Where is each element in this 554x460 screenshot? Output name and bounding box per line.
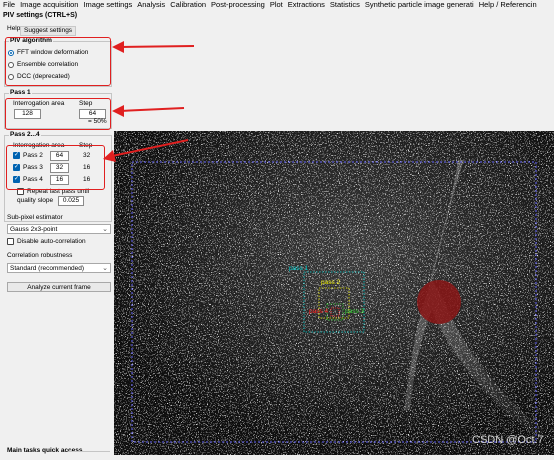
panel-title: PIV settings (CTRL+S) bbox=[3, 12, 78, 19]
menu-item[interactable]: Plot bbox=[270, 0, 283, 9]
chevron-down-icon: ⌄ bbox=[102, 226, 108, 233]
disable-autocorr-label: Disable auto-correlation bbox=[17, 238, 86, 245]
group-title: Pass 1 bbox=[9, 89, 32, 97]
quality-slope-field[interactable]: 0.025 bbox=[58, 196, 84, 206]
menu-item[interactable]: File bbox=[3, 0, 15, 9]
annotation-box-pass1 bbox=[5, 98, 111, 130]
robustness-dropdown[interactable]: Standard (recommended) ⌄ bbox=[7, 263, 111, 273]
menu-item[interactable]: Image acquisition bbox=[20, 0, 78, 9]
suggest-settings-button[interactable]: Suggest settings bbox=[20, 26, 77, 36]
arrow-icon bbox=[103, 139, 189, 162]
menu-item[interactable]: Help / Referencin bbox=[479, 0, 537, 9]
dropdown-value: Gauss 2x3-point bbox=[10, 226, 58, 233]
menu-item[interactable]: Statistics bbox=[330, 0, 360, 9]
chevron-down-icon: ⌄ bbox=[102, 265, 108, 272]
menu-item[interactable]: Analysis bbox=[137, 0, 165, 9]
menu-item[interactable]: Calibration bbox=[170, 0, 206, 9]
mask-circle bbox=[417, 280, 461, 324]
arrow-icon bbox=[112, 41, 195, 53]
dropdown-value: Standard (recommended) bbox=[10, 265, 85, 272]
image-viewport[interactable]: pass 1 pass 2 pass 3 pass 4 CSDN @Oct.7 bbox=[114, 10, 554, 455]
pass3-overlay-label: pass 3 bbox=[345, 308, 365, 315]
annotation-box-algorithm bbox=[5, 37, 111, 86]
menu-item[interactable]: Synthetic particle image generati bbox=[365, 0, 474, 9]
disable-autocorr-checkbox[interactable] bbox=[7, 238, 14, 245]
menu-item[interactable]: Image settings bbox=[83, 0, 132, 9]
robustness-label: Correlation robustness bbox=[7, 252, 73, 259]
menu-item[interactable]: Post-processing bbox=[211, 0, 265, 9]
quality-slope-label: quality slope bbox=[17, 197, 54, 204]
pass2-overlay-label: pass 2 bbox=[321, 279, 341, 286]
group-title: Pass 2...4 bbox=[9, 131, 41, 139]
menu-bar: File Image acquisition Image settings Analy… bbox=[0, 0, 554, 9]
arrow-icon bbox=[112, 105, 185, 117]
annotation-box-pass2-4 bbox=[6, 145, 105, 190]
subpixel-label: Sub-pixel estimator bbox=[7, 214, 63, 221]
divider bbox=[68, 451, 110, 452]
piv-image[interactable]: pass 1 pass 2 pass 3 pass 4 CSDN @Oct.7 bbox=[114, 10, 554, 455]
watermark: CSDN @Oct.7 bbox=[472, 434, 544, 446]
analyze-current-frame-button[interactable]: Analyze current frame bbox=[7, 282, 111, 292]
pass1-overlay-label: pass 1 bbox=[289, 265, 309, 272]
menu-item[interactable]: Extractions bbox=[288, 0, 325, 9]
subpixel-dropdown[interactable]: Gauss 2x3-point ⌄ bbox=[7, 224, 111, 234]
pass4-overlay-label: pass 4 bbox=[309, 308, 329, 315]
particle-noise bbox=[114, 131, 554, 455]
